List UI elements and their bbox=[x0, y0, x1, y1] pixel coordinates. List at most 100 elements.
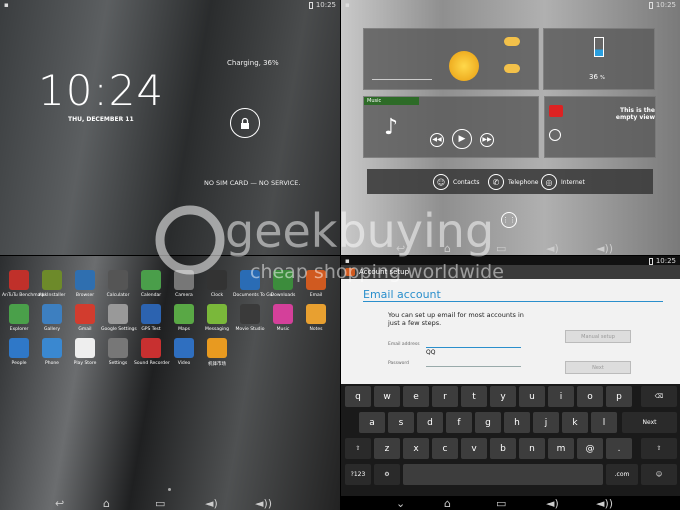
home-icon[interactable]: ⌂ bbox=[444, 497, 451, 510]
key-j[interactable]: j bbox=[533, 412, 559, 433]
app-label: 机锋市场 bbox=[208, 362, 226, 367]
empty-view-widget: This is the empty view bbox=[544, 96, 656, 158]
app-icon-12[interactable]: Gallery bbox=[35, 304, 69, 332]
key-a[interactable]: a bbox=[359, 412, 385, 433]
app-icon-21[interactable]: People bbox=[2, 338, 36, 366]
key-z[interactable]: z bbox=[374, 438, 400, 459]
status-time: 10:25 bbox=[315, 1, 336, 9]
unlock-button[interactable] bbox=[230, 108, 260, 138]
recents-icon[interactable]: ▭ bbox=[496, 242, 506, 255]
email-field[interactable]: QQ bbox=[426, 339, 521, 356]
key-at[interactable]: @ bbox=[577, 438, 603, 459]
app-icon-13[interactable]: Gmail bbox=[68, 304, 102, 332]
key-u[interactable]: u bbox=[519, 386, 545, 407]
manual-setup-button[interactable]: Manual setup bbox=[565, 330, 631, 343]
symbols-key[interactable]: ?123 bbox=[345, 464, 371, 485]
key-i[interactable]: i bbox=[548, 386, 574, 407]
page-indicator bbox=[168, 488, 171, 491]
app-icon-9[interactable]: Downloads bbox=[266, 270, 300, 298]
emoji-key[interactable]: ☺ bbox=[641, 464, 677, 485]
app-icon-8[interactable]: Documents To Go bbox=[233, 270, 273, 298]
app-icon-18[interactable]: Movie Studio bbox=[233, 304, 267, 332]
home-icon[interactable]: ⌂ bbox=[444, 242, 451, 255]
recents-icon[interactable]: ▭ bbox=[496, 497, 506, 510]
app-icon-4[interactable]: Calculator bbox=[101, 270, 135, 298]
key-d[interactable]: d bbox=[417, 412, 443, 433]
dotcom-key[interactable]: .com bbox=[606, 464, 638, 485]
app-icon-27[interactable]: 机锋市场 bbox=[200, 338, 234, 367]
key-y[interactable]: y bbox=[490, 386, 516, 407]
next-button[interactable]: Next bbox=[565, 361, 631, 374]
volume-down-icon[interactable]: ◄) bbox=[546, 242, 559, 255]
key-p[interactable]: p bbox=[606, 386, 632, 407]
key-b[interactable]: b bbox=[490, 438, 516, 459]
play-button[interactable]: ▶ bbox=[452, 129, 472, 149]
volume-up-icon[interactable]: ◄)) bbox=[255, 497, 272, 510]
lock-date: THU, DECEMBER 11 bbox=[68, 116, 134, 123]
volume-down-icon[interactable]: ◄) bbox=[546, 497, 559, 510]
home-icon[interactable]: ⌂ bbox=[103, 497, 110, 510]
shift-key-right[interactable]: ⇧ bbox=[641, 438, 677, 459]
key-h[interactable]: h bbox=[504, 412, 530, 433]
key-s[interactable]: s bbox=[388, 412, 414, 433]
key-k[interactable]: k bbox=[562, 412, 588, 433]
key-e[interactable]: e bbox=[403, 386, 429, 407]
volume-down-icon[interactable]: ◄) bbox=[205, 497, 218, 510]
app-icon-10[interactable]: Email bbox=[299, 270, 333, 298]
key-o[interactable]: o bbox=[577, 386, 603, 407]
internet-shortcut[interactable]: ◎ Internet bbox=[541, 170, 585, 194]
app-icon-25[interactable]: Sound Recorder bbox=[134, 338, 170, 366]
key-r[interactable]: r bbox=[432, 386, 458, 407]
key-f[interactable]: f bbox=[446, 412, 472, 433]
prev-button[interactable]: ◀◀ bbox=[430, 133, 444, 147]
back-icon[interactable]: ↩ bbox=[55, 497, 64, 510]
next-button[interactable]: ▶▶ bbox=[480, 133, 494, 147]
app-icon-19[interactable]: Music bbox=[266, 304, 300, 332]
recents-icon[interactable]: ▭ bbox=[155, 497, 165, 510]
app-icon-22[interactable]: Phone bbox=[35, 338, 69, 366]
backspace-key[interactable]: ⌫ bbox=[641, 386, 677, 407]
app-label: Messaging bbox=[205, 327, 229, 332]
volume-up-icon[interactable]: ◄)) bbox=[596, 497, 613, 510]
app-icon-3[interactable]: Browser bbox=[68, 270, 102, 298]
telephone-shortcut[interactable]: ✆ Telephone bbox=[488, 170, 538, 194]
weather-widget[interactable] bbox=[363, 28, 539, 90]
key-m[interactable]: m bbox=[548, 438, 574, 459]
app-icon-20[interactable]: Notes bbox=[299, 304, 333, 332]
settings-key[interactable]: ⚙ bbox=[374, 464, 400, 485]
key-n[interactable]: n bbox=[519, 438, 545, 459]
key-dot[interactable]: . bbox=[606, 438, 632, 459]
key-x[interactable]: x bbox=[403, 438, 429, 459]
app-icon-1[interactable]: AnTuTu Benchmark bbox=[2, 270, 45, 298]
key-t[interactable]: t bbox=[461, 386, 487, 407]
app-icon-15[interactable]: GPS Test bbox=[134, 304, 168, 332]
key-g[interactable]: g bbox=[475, 412, 501, 433]
app-icon-17[interactable]: Messaging bbox=[200, 304, 234, 332]
app-icon-23[interactable]: Play Store bbox=[68, 338, 102, 366]
password-field[interactable] bbox=[426, 358, 521, 367]
apps-drawer-button[interactable]: ⋮⋮ bbox=[501, 212, 517, 228]
app-12-icon bbox=[42, 304, 62, 324]
shift-key-left[interactable]: ⇧ bbox=[345, 438, 371, 459]
app-icon-26[interactable]: Video bbox=[167, 338, 201, 366]
app-21-icon bbox=[9, 338, 29, 358]
app-icon-16[interactable]: Maps bbox=[167, 304, 201, 332]
space-key[interactable] bbox=[403, 464, 603, 485]
app-icon-14[interactable]: Google Settings bbox=[101, 304, 137, 332]
app-icon-7[interactable]: Clock bbox=[200, 270, 234, 298]
key-c[interactable]: c bbox=[432, 438, 458, 459]
app-icon-6[interactable]: Camera bbox=[167, 270, 201, 298]
volume-up-icon[interactable]: ◄)) bbox=[596, 242, 613, 255]
back-icon[interactable]: ↩ bbox=[396, 242, 405, 255]
app-icon-11[interactable]: Explorer bbox=[2, 304, 36, 332]
key-l[interactable]: l bbox=[591, 412, 617, 433]
app-icon-24[interactable]: Settings bbox=[101, 338, 135, 366]
app-icon-2[interactable]: ApkInstaller bbox=[35, 270, 69, 298]
back-icon[interactable]: ⌄ bbox=[396, 497, 405, 510]
key-q[interactable]: q bbox=[345, 386, 371, 407]
key-v[interactable]: v bbox=[461, 438, 487, 459]
keyboard-next-key[interactable]: Next bbox=[622, 412, 677, 433]
app-icon-5[interactable]: Calendar bbox=[134, 270, 168, 298]
contacts-shortcut[interactable]: ☺ Contacts bbox=[433, 170, 479, 194]
key-w[interactable]: w bbox=[374, 386, 400, 407]
